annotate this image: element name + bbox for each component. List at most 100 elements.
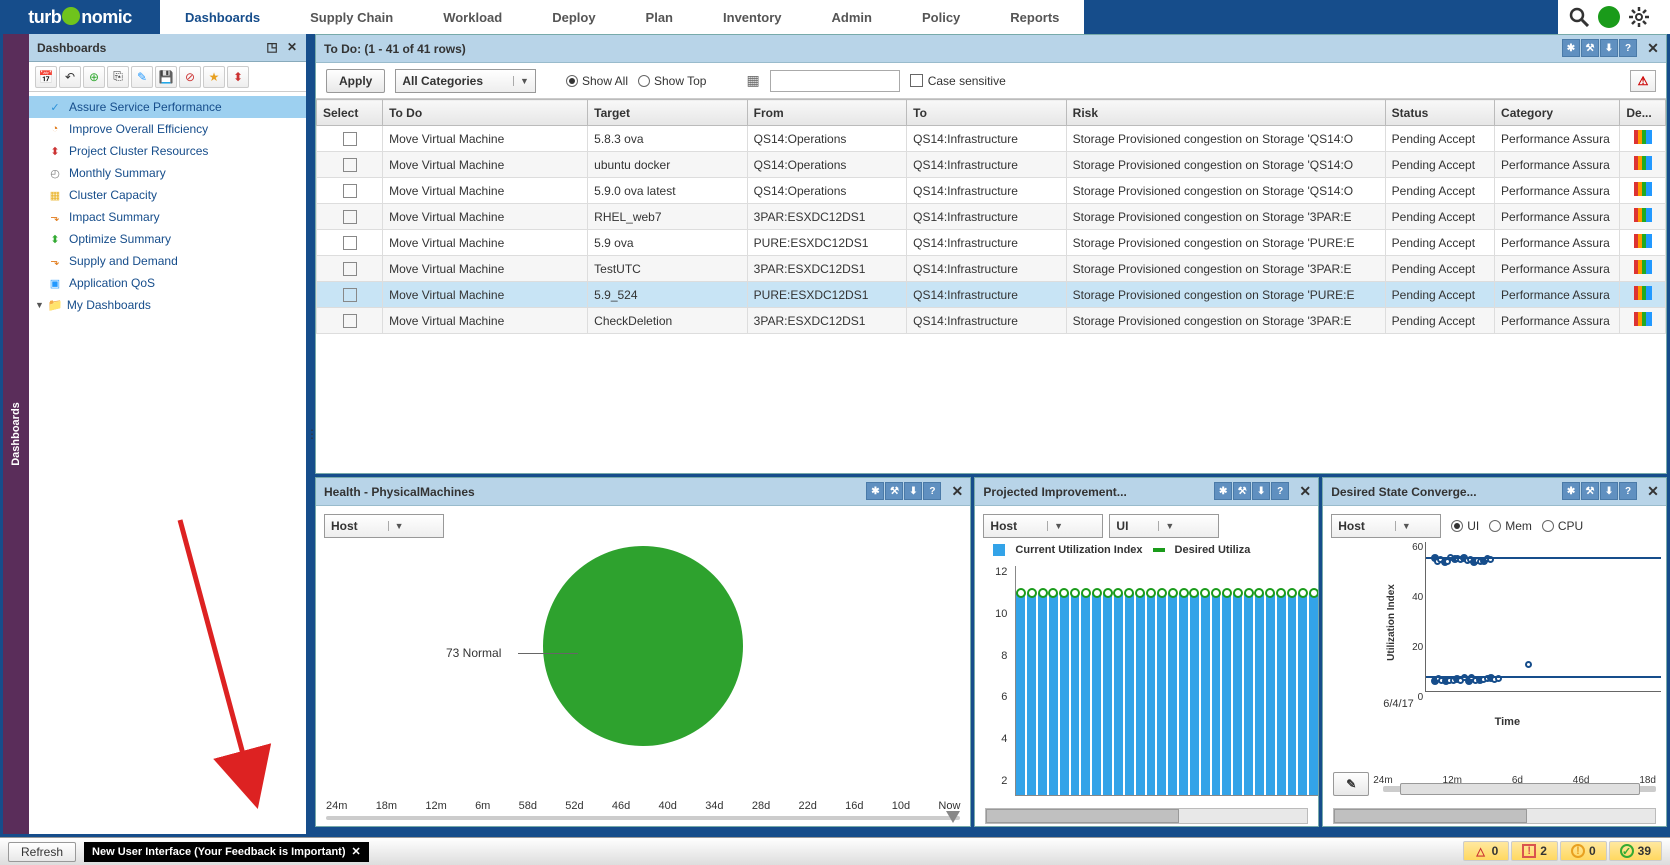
col-to-do[interactable]: To Do [383, 100, 588, 126]
col-to[interactable]: To [907, 100, 1067, 126]
panel-download-icon[interactable]: ⬇ [1252, 482, 1270, 500]
panel-help-icon[interactable]: ? [1619, 39, 1637, 57]
table-row[interactable]: Move Virtual Machine5.9_524PURE:ESXDC12D… [317, 282, 1666, 308]
desired-edit-button[interactable]: ✎ [1333, 772, 1369, 796]
nav-tab-deploy[interactable]: Deploy [527, 0, 620, 34]
sidebar-folder-my-dashboards[interactable]: ▼📁My Dashboards [29, 294, 306, 316]
timeline-thumb[interactable] [946, 811, 960, 823]
apply-button[interactable]: Apply [326, 69, 385, 93]
details-icon[interactable] [1634, 208, 1652, 222]
sidebar-item-assure-service-performance[interactable]: ✓Assure Service Performance [29, 96, 306, 118]
projected-host-select[interactable]: Host▼ [983, 514, 1103, 538]
row-checkbox[interactable] [343, 314, 357, 328]
warning-button[interactable]: ⚠ [1630, 70, 1656, 92]
col-category[interactable]: Category [1495, 100, 1620, 126]
panel-help-icon[interactable]: ? [1619, 482, 1637, 500]
panel-help-icon[interactable]: ? [1271, 482, 1289, 500]
table-row[interactable]: Move Virtual MachineTestUTC3PAR:ESXDC12D… [317, 256, 1666, 282]
nav-tab-supply-chain[interactable]: Supply Chain [285, 0, 418, 34]
status-badge[interactable]: !0 [1560, 841, 1607, 861]
details-icon[interactable] [1634, 260, 1652, 274]
status-badge[interactable]: △0 [1463, 841, 1510, 861]
date-picker-icon[interactable]: ▦ [746, 72, 759, 89]
toolbar-favorite-button[interactable]: ★ [203, 66, 225, 88]
projected-hscroll[interactable] [985, 808, 1308, 824]
nav-tab-reports[interactable]: Reports [985, 0, 1084, 34]
panel-close-icon[interactable]: ✕ [1644, 39, 1662, 57]
toolbar-undo-button[interactable]: ↶ [59, 66, 81, 88]
sidebar-item-impact-summary[interactable]: ⬎Impact Summary [29, 206, 306, 228]
panel-gear-icon[interactable]: ✱ [1562, 39, 1580, 57]
sidebar-item-cluster-capacity[interactable]: ▦Cluster Capacity [29, 184, 306, 206]
status-badge[interactable]: ✓39 [1609, 841, 1662, 861]
row-checkbox[interactable] [343, 236, 357, 250]
show-all-radio[interactable]: Show All [566, 74, 628, 88]
row-checkbox[interactable] [343, 262, 357, 276]
status-indicator-icon[interactable] [1598, 6, 1620, 28]
table-row[interactable]: Move Virtual MachineCheckDeletion3PAR:ES… [317, 308, 1666, 334]
sidebar-item-monthly-summary[interactable]: ◴Monthly Summary [29, 162, 306, 184]
row-checkbox[interactable] [343, 210, 357, 224]
panel-close-icon[interactable]: ✕ [1644, 482, 1662, 500]
sidebar-item-optimize-summary[interactable]: ⬍Optimize Summary [29, 228, 306, 250]
panel-wrench-icon[interactable]: ⚒ [1581, 39, 1599, 57]
refresh-button[interactable]: Refresh [8, 842, 76, 862]
nav-tab-workload[interactable]: Workload [418, 0, 527, 34]
panel-help-icon[interactable]: ? [923, 482, 941, 500]
col-status[interactable]: Status [1385, 100, 1494, 126]
left-edge-tab[interactable]: Dashboards [3, 34, 29, 834]
panel-download-icon[interactable]: ⬇ [1600, 482, 1618, 500]
desired-cpu-radio[interactable]: CPU [1542, 519, 1583, 533]
nav-tab-policy[interactable]: Policy [897, 0, 985, 34]
health-host-select[interactable]: Host▼ [324, 514, 444, 538]
panel-wrench-icon[interactable]: ⚒ [1581, 482, 1599, 500]
panel-wrench-icon[interactable]: ⚒ [885, 482, 903, 500]
desired-host-select[interactable]: Host▼ [1331, 514, 1441, 538]
case-sensitive-checkbox[interactable]: Case sensitive [910, 74, 1006, 88]
panel-close-icon[interactable]: ✕ [1296, 482, 1314, 500]
col-target[interactable]: Target [588, 100, 748, 126]
details-icon[interactable] [1634, 234, 1652, 248]
toolbar-delete-button[interactable]: ⊘ [179, 66, 201, 88]
sidebar-item-project-cluster-resources[interactable]: ⬍Project Cluster Resources [29, 140, 306, 162]
table-row[interactable]: Move Virtual Machine5.9 ovaPURE:ESXDC12D… [317, 230, 1666, 256]
sidebar-detach-icon[interactable]: ◳ [264, 39, 280, 55]
banner-close-icon[interactable]: ✕ [352, 845, 361, 858]
table-row[interactable]: Move Virtual Machine5.9.0 ova latestQS14… [317, 178, 1666, 204]
settings-gear-icon[interactable] [1628, 6, 1650, 28]
details-icon[interactable] [1634, 182, 1652, 196]
row-checkbox[interactable] [343, 132, 357, 146]
desired-mem-radio[interactable]: Mem [1489, 519, 1532, 533]
panel-download-icon[interactable]: ⬇ [1600, 39, 1618, 57]
row-checkbox[interactable] [343, 158, 357, 172]
nav-tab-admin[interactable]: Admin [807, 0, 897, 34]
toolbar-add-button[interactable]: ⊕ [83, 66, 105, 88]
col-from[interactable]: From [747, 100, 907, 126]
sidebar-close-icon[interactable]: ✕ [284, 39, 300, 55]
nav-tab-plan[interactable]: Plan [621, 0, 698, 34]
nav-tab-dashboards[interactable]: Dashboards [160, 0, 285, 34]
sidebar-item-supply-and-demand[interactable]: ⬎Supply and Demand [29, 250, 306, 272]
table-row[interactable]: Move Virtual Machineubuntu dockerQS14:Op… [317, 152, 1666, 178]
sidebar-item-application-qos[interactable]: ▣Application QoS [29, 272, 306, 294]
feedback-banner[interactable]: New User Interface (Your Feedback is Imp… [84, 842, 369, 862]
search-icon[interactable] [1568, 6, 1590, 28]
health-timeline[interactable]: 24m18m12m6m58d52d46d40d34d28d22d16d10dNo… [326, 800, 960, 820]
col-de-[interactable]: De... [1620, 100, 1666, 126]
details-icon[interactable] [1634, 156, 1652, 170]
desired-ui-radio[interactable]: UI [1451, 519, 1479, 533]
panel-wrench-icon[interactable]: ⚒ [1233, 482, 1251, 500]
table-row[interactable]: Move Virtual Machine5.8.3 ovaQS14:Operat… [317, 126, 1666, 152]
details-icon[interactable] [1634, 130, 1652, 144]
desired-hscroll[interactable] [1333, 808, 1656, 824]
status-badge[interactable]: !2 [1511, 841, 1558, 861]
filter-input[interactable] [770, 70, 900, 92]
panel-close-icon[interactable]: ✕ [948, 482, 966, 500]
col-risk[interactable]: Risk [1066, 100, 1385, 126]
desired-time-slider[interactable] [1383, 786, 1656, 792]
panel-download-icon[interactable]: ⬇ [904, 482, 922, 500]
details-icon[interactable] [1634, 286, 1652, 300]
row-checkbox[interactable] [343, 288, 357, 302]
nav-tab-inventory[interactable]: Inventory [698, 0, 807, 34]
panel-gear-icon[interactable]: ✱ [866, 482, 884, 500]
